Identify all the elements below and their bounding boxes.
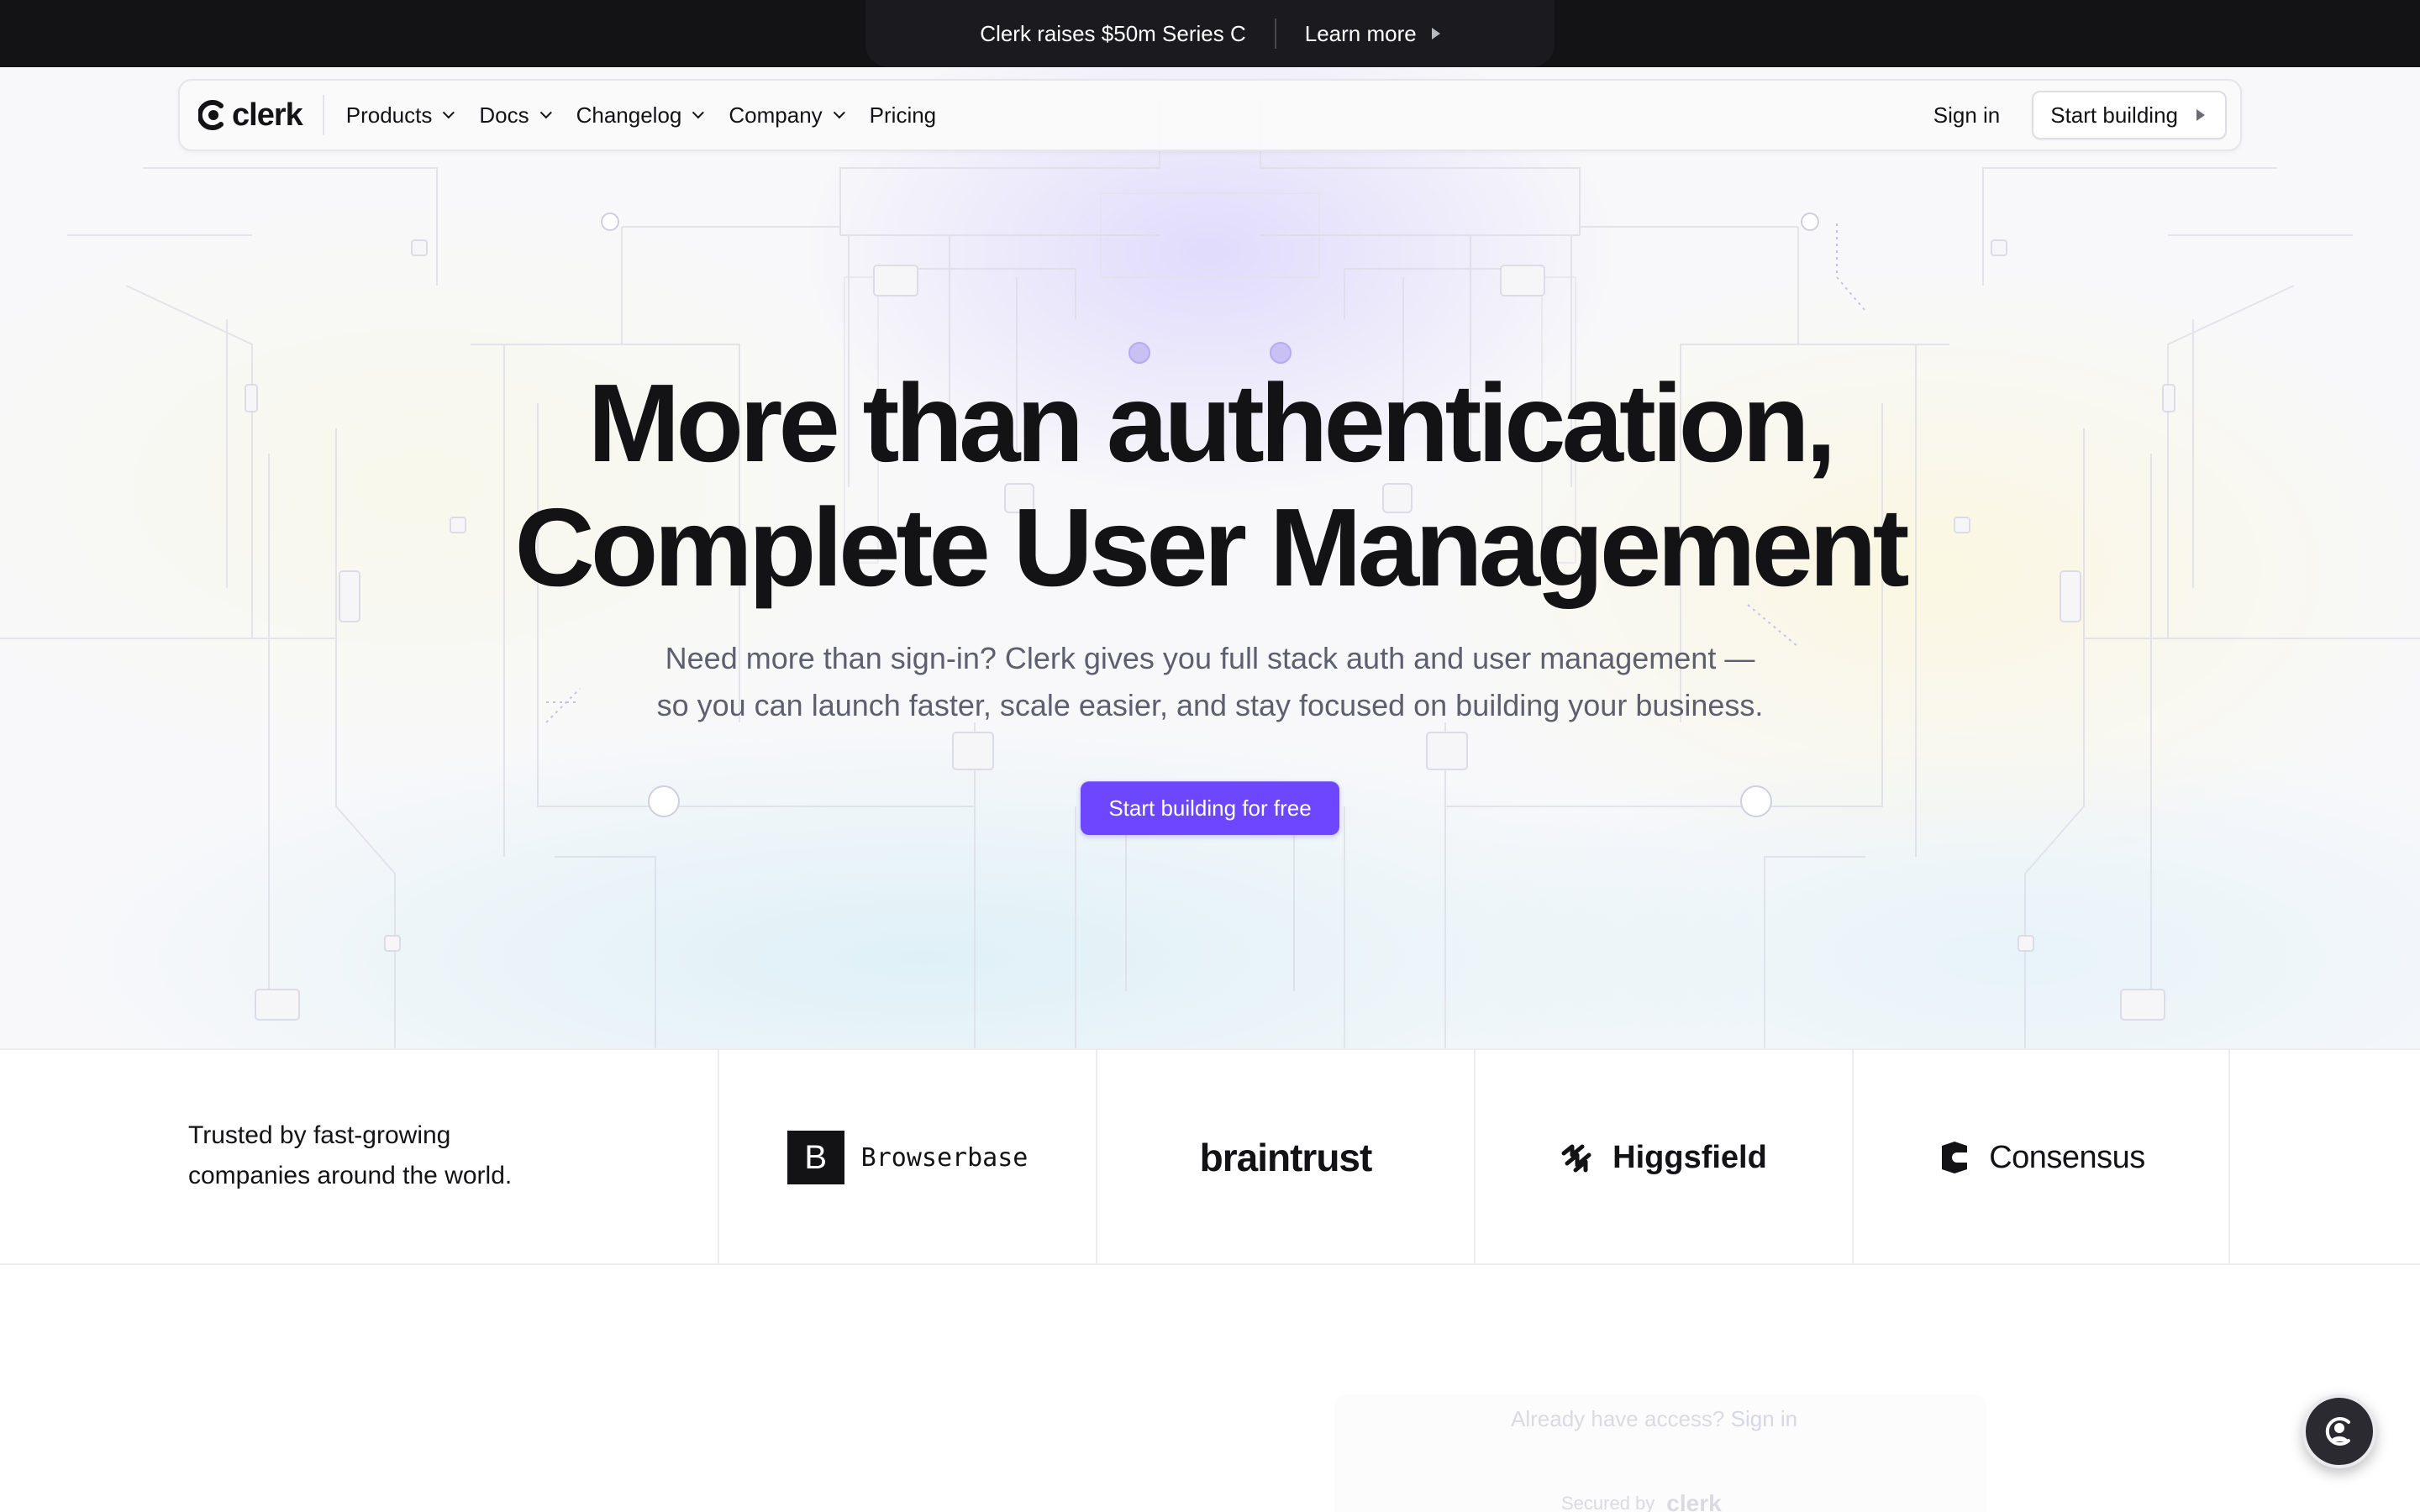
nav-item-label: Docs xyxy=(479,102,529,128)
browserbase-mark: B xyxy=(786,1131,844,1184)
nav-item-pricing[interactable]: Pricing xyxy=(870,102,936,129)
chevron-down-icon xyxy=(692,107,705,119)
announcement-bar: Clerk raises $50m Series C Learn more xyxy=(0,0,2420,67)
secured-by-brand: clerk xyxy=(1666,1490,1722,1512)
secured-by-text: Secured by xyxy=(1561,1493,1655,1512)
higgsfield-logo-icon xyxy=(1561,1144,1591,1173)
section-eyebrow-link[interactable] xyxy=(188,1499,255,1512)
nav-item-products[interactable]: Products xyxy=(345,102,455,129)
hero-subtext-line-1: Need more than sign-in? Clerk gives you … xyxy=(665,641,1755,675)
hero-headline-line-1: More than authentication, xyxy=(587,361,1836,485)
start-building-button[interactable]: Start building xyxy=(2032,91,2227,139)
clerk-logo-text: clerk xyxy=(232,97,303,133)
nav-item-docs[interactable]: Docs xyxy=(479,102,552,129)
access-prompt: Already have access? Sign in xyxy=(1511,1406,1797,1432)
access-text: Already have access? xyxy=(1511,1406,1725,1431)
nav-divider xyxy=(322,95,324,135)
trusted-by-line-1: Trusted by fast-growing xyxy=(188,1121,451,1149)
hero-subtext-line-2: so you can launch faster, scale easier, … xyxy=(656,688,1764,722)
trusted-by-strip: Trusted by fast-growing companies around… xyxy=(0,1048,2420,1265)
nav-item-label: Company xyxy=(729,102,823,128)
main-nav: clerk Products Docs Changelog Company Pr… xyxy=(178,79,2242,151)
nav-item-label: Pricing xyxy=(869,102,937,128)
consensus-logo-icon xyxy=(1942,1142,1968,1173)
sign-in-link[interactable]: Sign in xyxy=(1933,102,2001,129)
customer-logo-braintrust: braintrust xyxy=(1096,1050,1474,1265)
customer-logo-browserbase: B Browserbase xyxy=(718,1050,1096,1265)
customer-logo-consensus: Consensus xyxy=(1852,1050,2230,1265)
braintrust-name: braintrust xyxy=(1199,1136,1373,1179)
announcement-text: Clerk raises $50m Series C xyxy=(980,20,1246,46)
hero-subtext: Need more than sign-in? Clerk gives you … xyxy=(0,635,2420,729)
secured-by-badge: Secured by clerk xyxy=(1561,1490,1722,1512)
support-avatar-button[interactable] xyxy=(2302,1394,2376,1468)
hero-headline-line-2: Complete User Management xyxy=(514,486,1909,609)
hero-headline: More than authentication, Complete User … xyxy=(0,361,2420,610)
chevron-down-icon xyxy=(539,107,552,119)
play-arrow-icon xyxy=(1431,28,1440,39)
announcement-divider xyxy=(1274,18,1276,49)
start-building-label: Start building xyxy=(2050,102,2178,128)
nav-item-label: Changelog xyxy=(576,102,682,128)
nav-links: Products Docs Changelog Company Pricing xyxy=(346,102,936,129)
trusted-by-text: Trusted by fast-growing companies around… xyxy=(188,1116,512,1196)
nav-item-changelog[interactable]: Changelog xyxy=(576,102,705,129)
nav-item-label: Products xyxy=(345,102,433,128)
clerk-logo[interactable]: clerk xyxy=(198,97,303,134)
chevron-down-icon xyxy=(833,107,845,119)
browserbase-name: Browserbase xyxy=(860,1142,1028,1173)
chevron-down-icon xyxy=(443,107,455,119)
learn-more-label: Learn more xyxy=(1304,20,1417,46)
trusted-by-line-2: companies around the world. xyxy=(188,1162,513,1189)
consensus-name: Consensus xyxy=(1989,1139,2145,1175)
nav-item-company[interactable]: Company xyxy=(729,102,845,129)
access-sign-in-link[interactable]: Sign in xyxy=(1731,1406,1798,1431)
customer-logo-higgsfield: Higgsfield xyxy=(1474,1050,1852,1265)
announcement-content: Clerk raises $50m Series C Learn more xyxy=(980,18,1440,49)
learn-more-link[interactable]: Learn more xyxy=(1305,21,1440,47)
clerk-logo-icon xyxy=(198,100,224,130)
user-avatar-icon xyxy=(2325,1417,2350,1446)
play-arrow-icon xyxy=(2196,109,2205,121)
nav-actions: Sign in Start building xyxy=(1933,91,2227,139)
start-building-free-button[interactable]: Start building for free xyxy=(1081,781,1339,835)
higgsfield-name: Higgsfield xyxy=(1612,1139,1767,1175)
